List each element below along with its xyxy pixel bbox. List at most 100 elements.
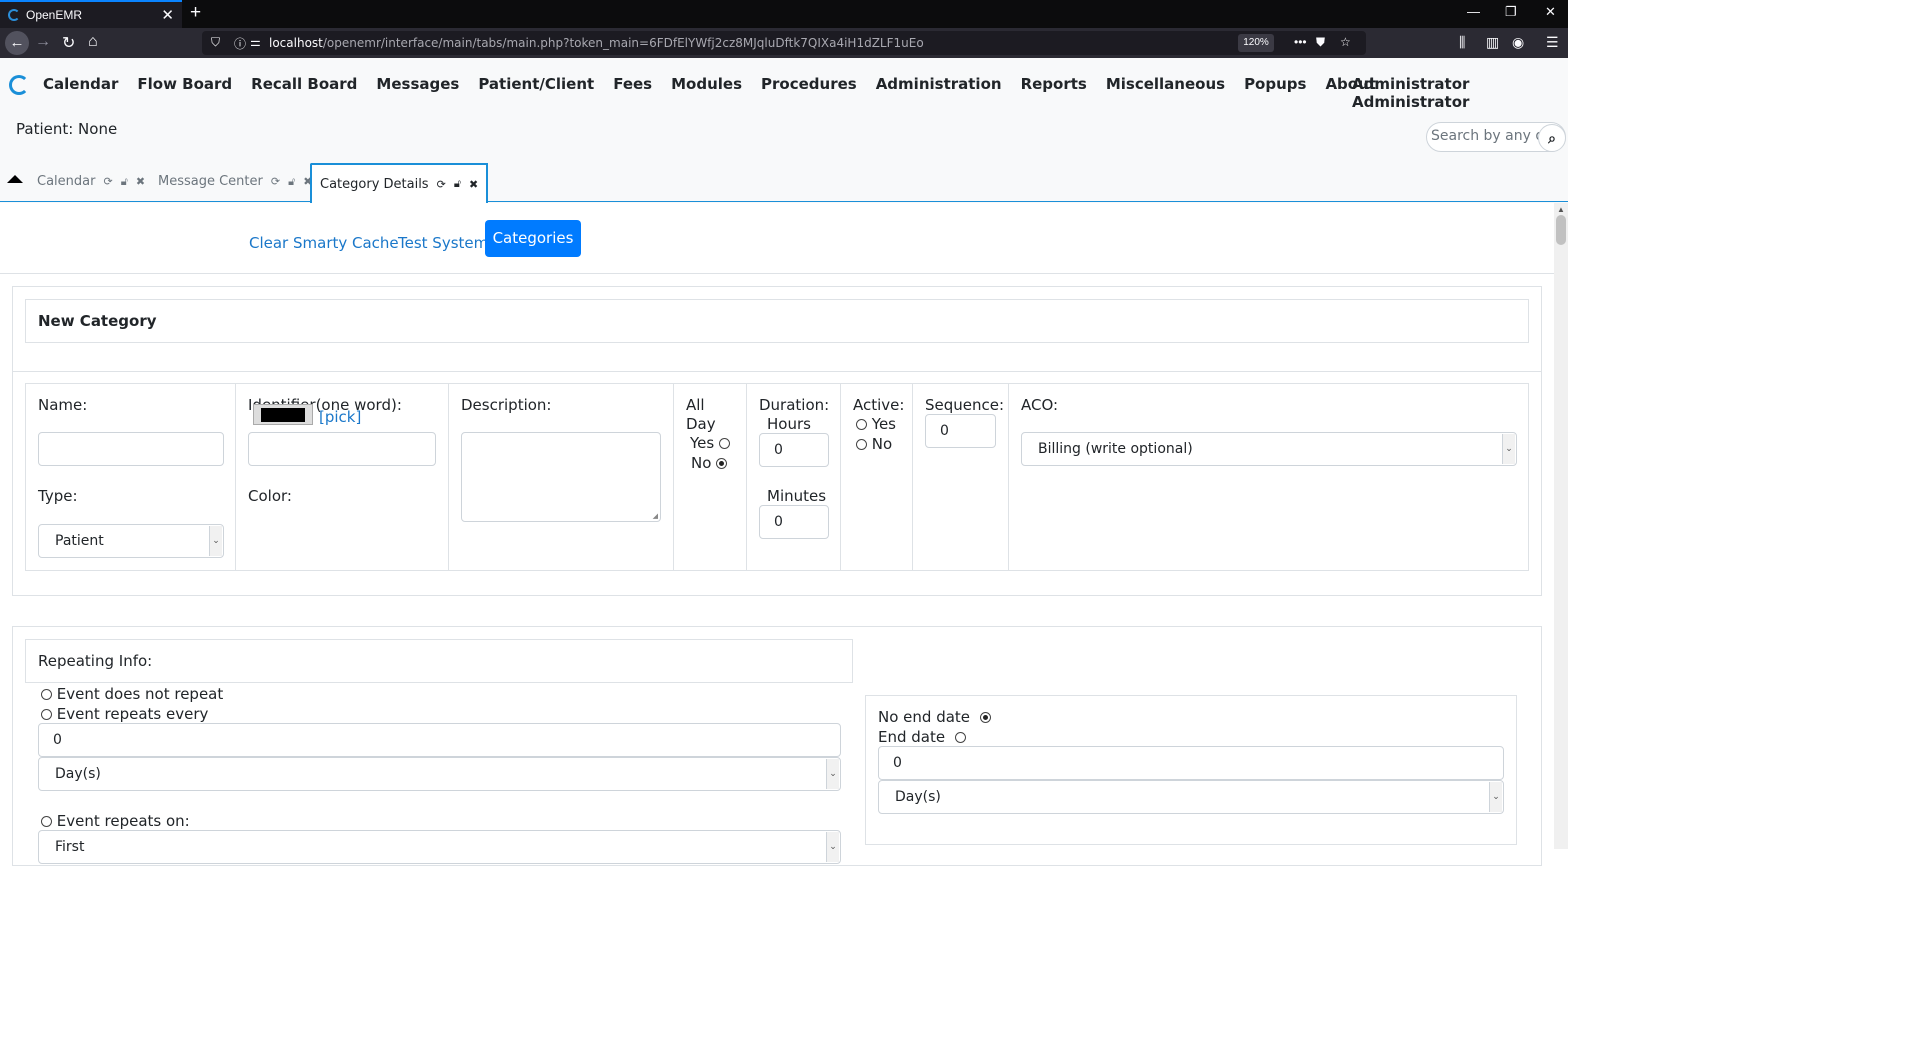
hours-input[interactable]: 0 (759, 433, 829, 467)
close-icon[interactable]: ✖ (469, 178, 478, 191)
restore-icon[interactable]: ❐ (1505, 4, 1517, 20)
menu-fees[interactable]: Fees (613, 75, 652, 93)
no-end-radio[interactable] (979, 712, 991, 723)
end-date-input[interactable]: 0 (878, 746, 1504, 780)
menu-patient-client[interactable]: Patient/Client (478, 75, 594, 93)
repeat-on-radio[interactable] (41, 816, 52, 827)
categories-button[interactable]: Categories (485, 220, 581, 257)
refresh-icon[interactable]: ⟳ (271, 175, 280, 188)
menu-flow-board[interactable]: Flow Board (137, 75, 232, 93)
active-yes-radio[interactable] (856, 419, 867, 430)
tab-category-details[interactable]: Category Details ⟳ 🔓︎ ✖ (310, 163, 489, 203)
type-select[interactable]: Patient ⌄ (38, 524, 224, 558)
openemr-logo-icon[interactable] (9, 75, 29, 95)
end-date-option[interactable]: End date (878, 728, 966, 747)
scroll-up-icon[interactable]: ▲ (1557, 205, 1565, 214)
back-icon[interactable]: ← (5, 31, 29, 55)
menu-popups[interactable]: Popups (1244, 75, 1306, 93)
color-swatch[interactable] (253, 404, 313, 425)
tab-message-center[interactable]: Message Center ⟳ 🔓︎ ✖ (158, 174, 312, 189)
chevron-down-icon: ⌄ (826, 759, 839, 789)
repeat-every-option[interactable]: Event repeats every (41, 705, 208, 724)
allday-yes-option[interactable]: Yes (690, 434, 730, 453)
end-unit-select[interactable]: Day(s) ⌄ (878, 780, 1504, 814)
close-window-icon[interactable]: ✕ (1545, 4, 1556, 20)
color-label: Color: (248, 487, 292, 505)
search-icon[interactable]: ⌕ (1538, 124, 1566, 152)
no-repeat-option[interactable]: Event does not repeat (41, 685, 223, 704)
library-icon[interactable]: ⫼ (1459, 34, 1465, 51)
menu-miscellaneous[interactable]: Miscellaneous (1106, 75, 1225, 93)
menu-administration[interactable]: Administration (876, 75, 1002, 93)
patient-label: Patient: None (16, 120, 118, 138)
no-end-option[interactable]: No end date (878, 708, 991, 727)
unlock-icon[interactable]: 🔓︎ (288, 175, 295, 189)
shield-icon[interactable]: ⛉ (211, 35, 220, 50)
sidebar-icon[interactable]: ▥ (1486, 34, 1499, 51)
pick-color-link[interactable]: [pick] (319, 408, 361, 426)
active-yes-option[interactable]: Yes (856, 415, 896, 434)
repeat-every-input[interactable]: 0 (38, 723, 841, 757)
aco-select[interactable]: Billing (write optional) ⌄ (1021, 432, 1517, 466)
allday-no-radio[interactable] (716, 458, 728, 469)
name-input[interactable] (38, 432, 224, 466)
scrollbar-thumb[interactable] (1556, 215, 1566, 245)
repeat-on-option[interactable]: Event repeats on: (41, 812, 190, 831)
close-icon[interactable]: ✖ (136, 175, 145, 188)
unlock-icon[interactable]: 🔓︎ (121, 175, 128, 189)
vertical-scrollbar[interactable]: ▲ (1554, 203, 1568, 849)
forward-icon[interactable]: → (35, 33, 51, 51)
active-no-option[interactable]: No (856, 435, 892, 454)
user-menu[interactable]: Administrator Administrator (1352, 75, 1568, 111)
reload-icon[interactable]: ↻ (62, 33, 75, 53)
zoom-indicator[interactable]: 120% (1238, 34, 1274, 52)
tab-calendar[interactable]: Calendar ⟳ 🔓︎ ✖ (37, 174, 145, 189)
url-bar[interactable]: ⛉ ⓘ ⚌ localhost/openemr/interface/main/t… (202, 31, 1366, 55)
menu-reports[interactable]: Reports (1021, 75, 1087, 93)
test-system-link[interactable]: Test System (398, 234, 488, 252)
minimize-icon[interactable]: — (1467, 4, 1480, 19)
hours-label: Hours (767, 415, 811, 433)
repeat-on-select[interactable]: First ⌄ (38, 830, 841, 864)
allday-yes-radio[interactable] (719, 438, 730, 449)
menu-recall-board[interactable]: Recall Board (251, 75, 357, 93)
permissions-icon[interactable]: ⚌ (250, 35, 261, 49)
unlock-icon[interactable]: 🔓︎ (454, 177, 461, 191)
new-tab-icon[interactable]: + (190, 2, 201, 24)
sequence-input[interactable]: 0 (925, 414, 996, 448)
menu-icon[interactable]: ☰ (1546, 34, 1559, 51)
description-textarea[interactable]: ◢ (461, 432, 661, 522)
clear-smarty-cache-link[interactable]: Clear Smarty Cache (249, 234, 399, 252)
repeat-unit-select[interactable]: Day(s) ⌄ (38, 757, 841, 791)
category-form-grid: Name: Type: Patient ⌄ Identifier(one wor… (25, 383, 1529, 571)
info-icon[interactable]: ⓘ (234, 35, 246, 52)
identifier-input[interactable] (248, 432, 436, 466)
menu-procedures[interactable]: Procedures (761, 75, 857, 93)
refresh-icon[interactable]: ⟳ (437, 178, 446, 191)
page-actions-icon[interactable]: ••• (1294, 35, 1307, 49)
collapse-caret-icon[interactable] (7, 175, 23, 183)
resize-grip-icon[interactable]: ◢ (653, 512, 658, 520)
active-column: Active: Yes No (841, 384, 913, 570)
allday-label-1: All (686, 396, 705, 414)
bookmark-star-icon[interactable]: ☆ (1340, 35, 1351, 49)
home-icon[interactable]: ⌂ (88, 33, 98, 51)
close-tab-icon[interactable]: ✕ (161, 6, 174, 24)
allday-no-option[interactable]: No (691, 454, 728, 473)
no-repeat-radio[interactable] (41, 689, 52, 700)
menu-modules[interactable]: Modules (671, 75, 742, 93)
end-date-radio[interactable] (954, 732, 966, 743)
minutes-input[interactable]: 0 (759, 505, 829, 539)
browser-tab-title: OpenEMR (26, 8, 83, 22)
account-icon[interactable]: ◉ (1512, 34, 1524, 51)
active-no-radio[interactable] (856, 439, 867, 450)
repeat-every-radio[interactable] (41, 709, 52, 720)
divider (13, 371, 1541, 372)
menu-calendar[interactable]: Calendar (43, 75, 118, 93)
openemr-favicon-icon (8, 9, 20, 21)
panel-header: New Category (25, 299, 1529, 343)
browser-tab[interactable]: OpenEMR ✕ (0, 0, 182, 28)
pocket-icon[interactable]: ⛊ (1316, 35, 1325, 50)
menu-messages[interactable]: Messages (376, 75, 459, 93)
refresh-icon[interactable]: ⟳ (103, 175, 112, 188)
